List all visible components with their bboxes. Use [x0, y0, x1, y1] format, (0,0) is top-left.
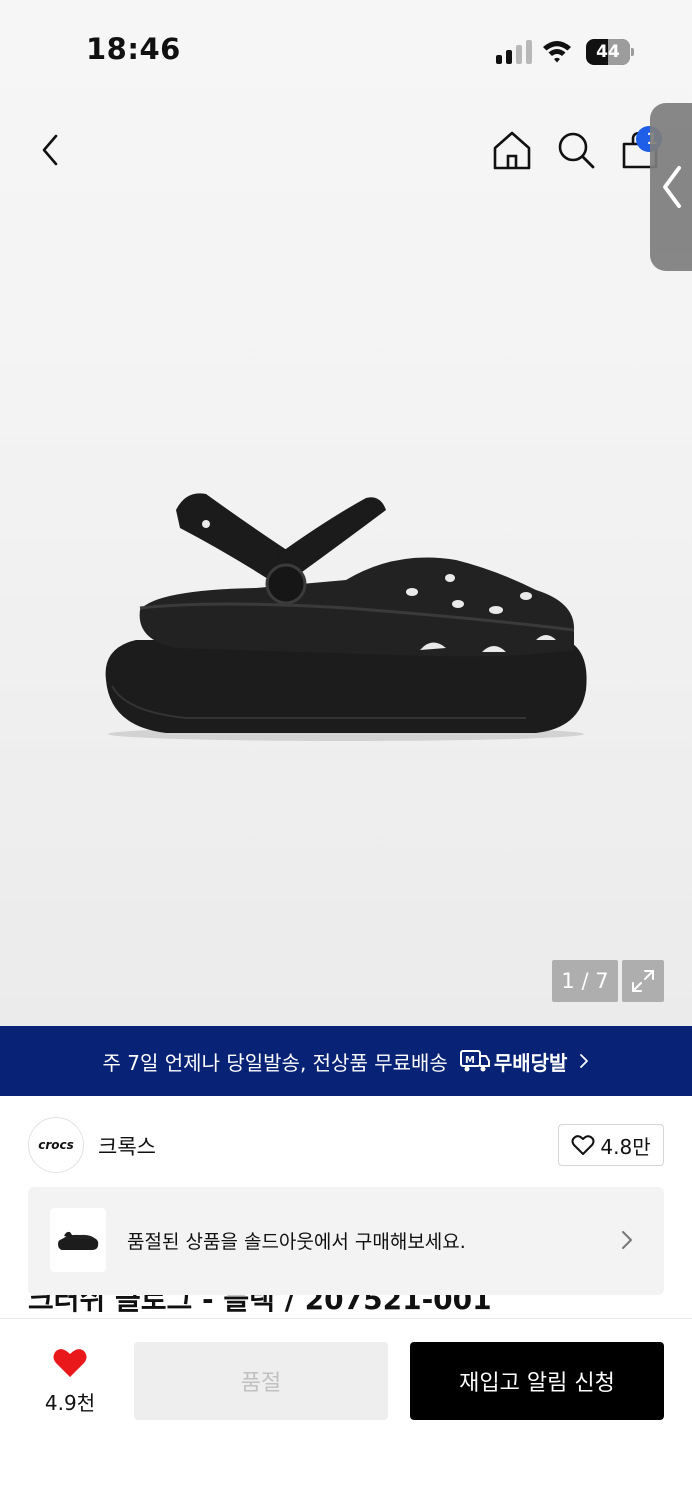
svg-text:M: M — [465, 1055, 475, 1066]
wishlist-count: 4.9천 — [44, 1391, 96, 1415]
expand-image-button[interactable] — [622, 960, 664, 1002]
restock-alert-button[interactable]: 재입고 알림 신청 — [410, 1342, 664, 1420]
search-button[interactable] — [554, 128, 598, 172]
wishlist-button[interactable]: 4.9천 — [30, 1347, 110, 1416]
status-time: 18:46 — [86, 32, 181, 66]
chevron-right-icon — [580, 1054, 589, 1068]
heart-outline-icon — [571, 1135, 595, 1155]
brand-name[interactable]: 크록스 — [98, 1131, 156, 1161]
battery-indicator: 44 — [586, 39, 636, 65]
chevron-left-icon — [663, 166, 681, 208]
battery-level: 44 — [596, 42, 620, 62]
brand-row: crocs 크록스 4.8만 — [0, 1096, 692, 1192]
product-gallery[interactable]: 18:46 44 1 / 7 — [0, 0, 692, 1026]
home-button[interactable] — [490, 128, 534, 172]
search-icon — [558, 132, 595, 169]
product-image-clog — [105, 493, 587, 741]
heart-icon — [53, 1349, 87, 1377]
soldout-banner[interactable]: 품절된 상품을 솔드아웃에서 구매해보세요. — [28, 1187, 664, 1295]
product-thumbnail-clog — [58, 1231, 99, 1250]
home-icon — [493, 131, 531, 170]
free-delivery-logo: M 무배당발 — [459, 1047, 568, 1076]
delivery-promo-banner[interactable]: 주 7일 언제나 당일발송, 전상품 무료배송 M 무배당발 — [0, 1026, 692, 1096]
promo-text: 주 7일 언제나 당일발송, 전상품 무료배송 — [102, 1050, 448, 1075]
brand-like-count: 4.8만 — [600, 1134, 651, 1159]
chevron-right-icon — [622, 1231, 632, 1249]
delivery-truck-icon: M — [459, 1050, 490, 1072]
back-icon — [42, 134, 58, 166]
soldout-banner-text: 품절된 상품을 솔드아웃에서 구매해보세요. — [127, 1231, 466, 1253]
cellular-signal-icon — [496, 40, 532, 64]
promo-logo-label: 무배당발 — [493, 1050, 568, 1075]
expand-icon — [632, 970, 654, 992]
image-counter: 1 / 7 — [552, 960, 618, 1002]
bottom-action-bar: 4.9천 품절 재입고 알림 신청 — [0, 1318, 692, 1500]
side-panel-handle[interactable] — [650, 103, 692, 271]
brand-logo[interactable]: crocs — [28, 1117, 84, 1173]
back-button[interactable] — [30, 128, 70, 172]
wifi-icon — [543, 41, 571, 63]
soldout-thumbnail — [50, 1208, 106, 1272]
brand-like-button[interactable]: 4.8만 — [558, 1124, 664, 1166]
soldout-button[interactable]: 품절 — [134, 1342, 388, 1420]
status-bar: 18:46 44 — [0, 0, 692, 100]
